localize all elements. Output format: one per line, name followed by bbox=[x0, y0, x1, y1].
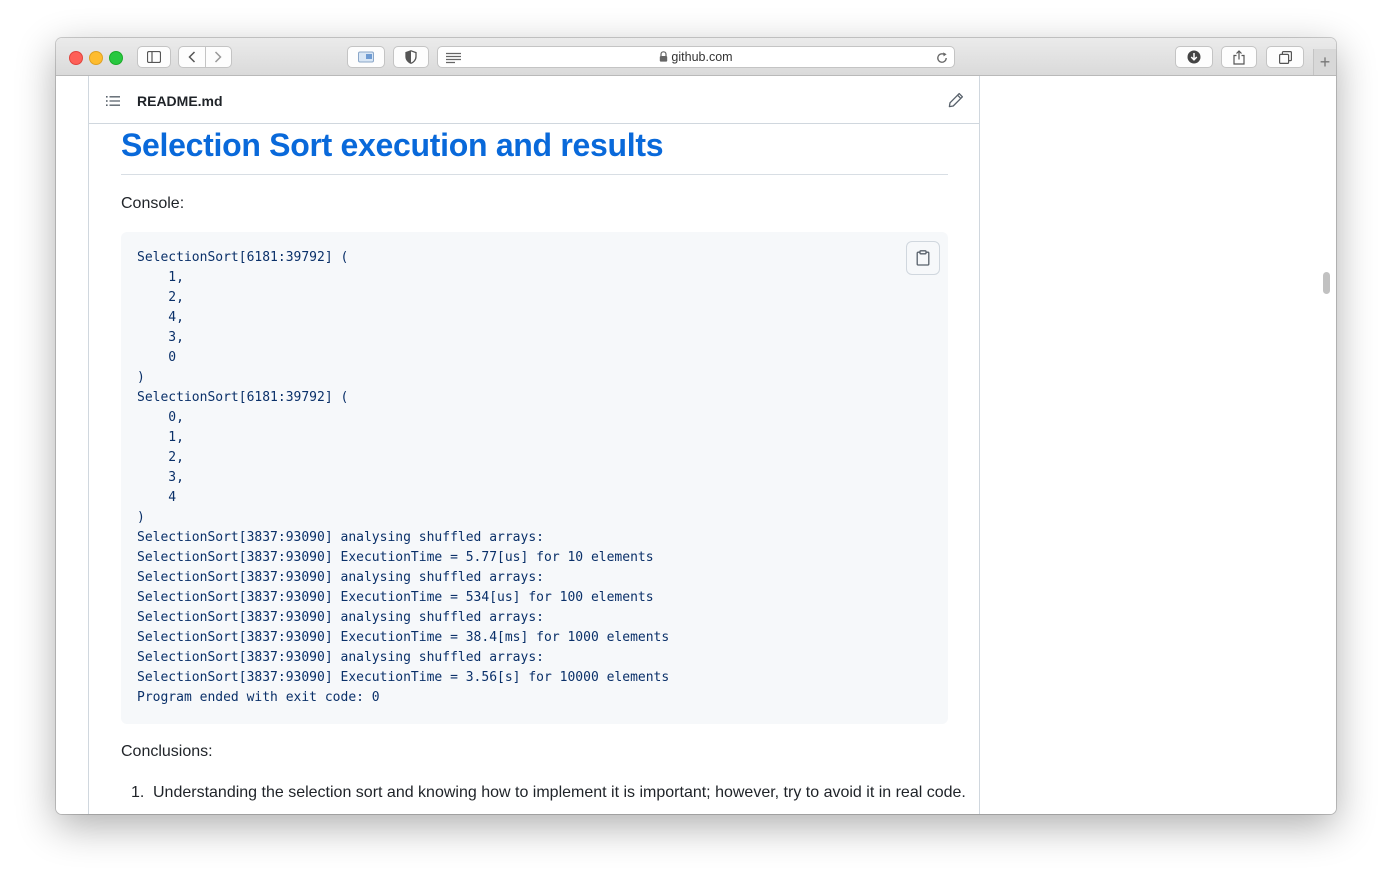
copy-code-button[interactable] bbox=[906, 241, 940, 275]
reload-icon bbox=[937, 52, 947, 63]
minimize-window-button[interactable] bbox=[89, 51, 103, 65]
readme-panel: README.md Selection Sort execution and r… bbox=[88, 76, 980, 814]
browser-toolbar: github.com + bbox=[56, 38, 1336, 76]
conclusions-label: Conclusions: bbox=[121, 743, 213, 760]
conclusions-list: 1. Understanding the selection sort and … bbox=[121, 781, 983, 805]
zoom-window-button[interactable] bbox=[109, 51, 123, 65]
chevron-right-icon bbox=[215, 51, 222, 63]
list-item: 1. Understanding the selection sort and … bbox=[131, 781, 983, 805]
console-code-block: SelectionSort[6181:39792] ( 1, 2, 4, 3, … bbox=[121, 232, 948, 724]
close-window-button[interactable] bbox=[69, 51, 83, 65]
edit-file-button[interactable] bbox=[948, 92, 964, 108]
lock-icon bbox=[660, 51, 668, 62]
outline-button[interactable] bbox=[105, 93, 121, 109]
browser-window: github.com + README.md Selection Sort ex… bbox=[56, 38, 1336, 814]
pencil-icon bbox=[948, 92, 964, 108]
console-label: Console: bbox=[121, 195, 185, 212]
back-button[interactable] bbox=[179, 51, 205, 63]
list-icon bbox=[106, 96, 120, 106]
downloads-button[interactable] bbox=[1175, 46, 1213, 68]
download-icon bbox=[1187, 50, 1201, 64]
console-output: SelectionSort[6181:39792] ( 1, 2, 4, 3, … bbox=[137, 250, 670, 705]
back-forward-group bbox=[178, 46, 232, 68]
extension-button[interactable] bbox=[347, 46, 385, 68]
plus-icon: + bbox=[1319, 51, 1331, 72]
web-page: README.md Selection Sort execution and r… bbox=[56, 76, 1336, 814]
section-heading: Selection Sort execution and results bbox=[121, 127, 948, 175]
readme-filename[interactable]: README.md bbox=[137, 93, 223, 109]
new-tab-button[interactable]: + bbox=[1313, 49, 1336, 75]
forward-button[interactable] bbox=[206, 51, 232, 63]
tab-overview-button[interactable] bbox=[1266, 46, 1304, 68]
page-scrollbar-thumb[interactable] bbox=[1323, 272, 1330, 294]
readme-header: README.md bbox=[89, 76, 979, 124]
share-icon bbox=[1233, 49, 1245, 65]
chevron-left-icon bbox=[188, 51, 195, 63]
list-item-number: 1. bbox=[131, 784, 145, 801]
tabs-icon bbox=[1278, 50, 1292, 64]
url-display: github.com bbox=[438, 50, 954, 64]
privacy-report-button[interactable] bbox=[393, 46, 429, 68]
reload-button[interactable] bbox=[936, 51, 948, 69]
address-bar[interactable]: github.com bbox=[437, 46, 955, 68]
clipboard-icon bbox=[916, 250, 930, 266]
sidebar-toggle-button[interactable] bbox=[137, 46, 171, 68]
extension-icon bbox=[358, 51, 374, 63]
url-text: github.com bbox=[671, 50, 733, 64]
list-item-text: Understanding the selection sort and kno… bbox=[153, 784, 966, 801]
sidebar-icon bbox=[147, 51, 161, 63]
shield-icon bbox=[405, 50, 417, 64]
share-button[interactable] bbox=[1221, 46, 1257, 68]
